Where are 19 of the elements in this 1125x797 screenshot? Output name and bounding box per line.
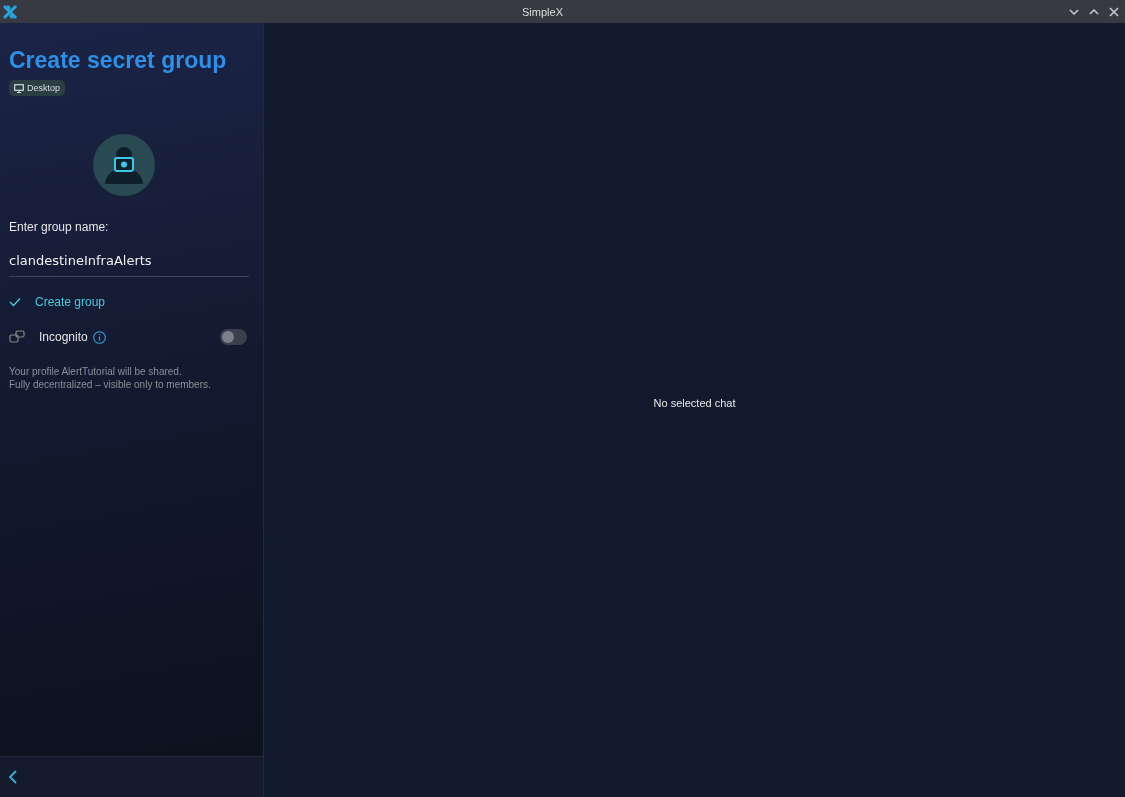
profile-note: Fully decentralized – visible only to members. bbox=[9, 378, 212, 391]
app-logo-icon bbox=[2, 3, 18, 20]
group-name-label: Enter group name: bbox=[9, 220, 110, 234]
window-title: SimpleX bbox=[521, 5, 564, 18]
group-avatar-icon[interactable] bbox=[93, 134, 155, 196]
page-title: Create secret group bbox=[9, 47, 228, 74]
incognito-icon bbox=[9, 330, 25, 344]
group-name-field[interactable]: clandestineInfraAlerts bbox=[9, 249, 249, 277]
info-icon[interactable] bbox=[92, 330, 106, 344]
empty-state-text: No selected chat bbox=[653, 397, 736, 409]
back-icon[interactable] bbox=[8, 770, 18, 784]
monitor-icon bbox=[14, 83, 24, 93]
close-icon[interactable] bbox=[1107, 4, 1121, 19]
checkmark-icon bbox=[9, 297, 21, 307]
create-group-button[interactable]: Create group bbox=[9, 292, 106, 312]
incognito-toggle[interactable] bbox=[220, 329, 247, 345]
profile-note: Your profile AlertTutorial will be shared. bbox=[9, 365, 183, 378]
platform-badge: Desktop bbox=[9, 80, 66, 96]
incognito-label: Incognito bbox=[39, 330, 88, 344]
